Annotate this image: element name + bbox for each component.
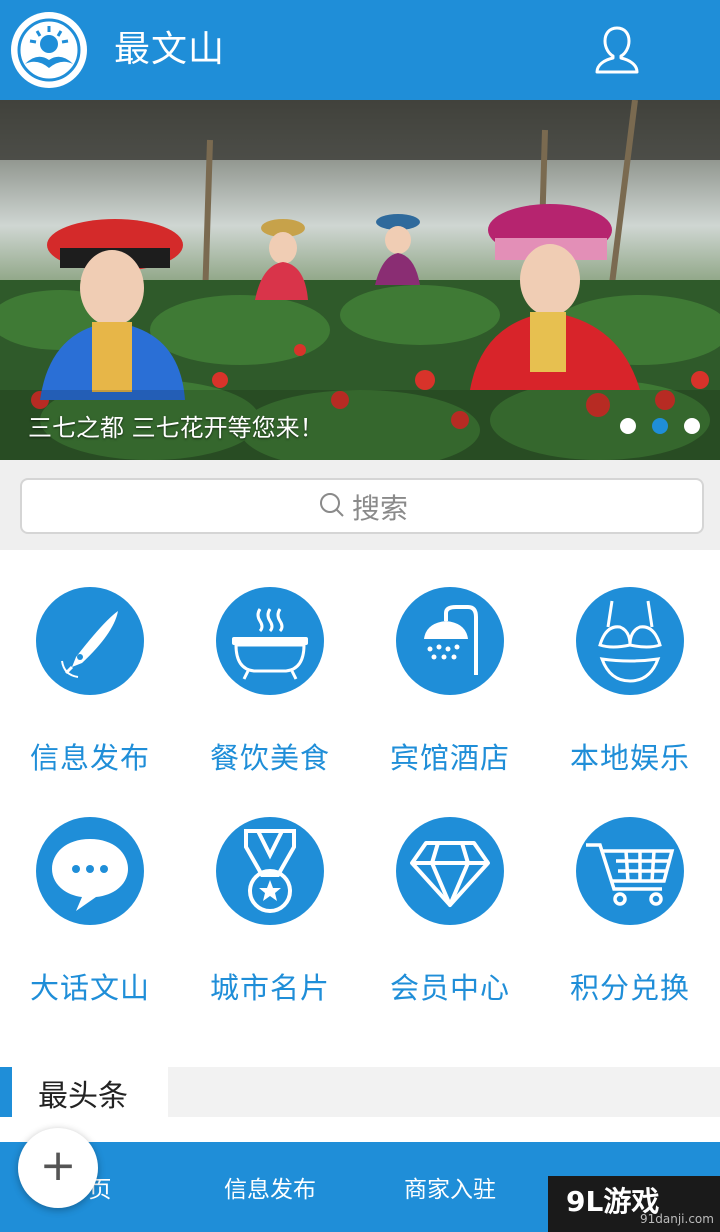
watermark-site: 91danji.com: [640, 1212, 714, 1226]
grid-item-member-center[interactable]: 会员中心: [360, 817, 540, 1047]
grid-item-info-post[interactable]: 信息发布: [0, 587, 180, 817]
grid-label: 积分兑换: [569, 971, 690, 1005]
pen-nib-icon: [36, 587, 144, 695]
app-header: 最文山: [0, 0, 720, 100]
banner-caption: 三七之都 三七花开等您来！: [28, 414, 324, 442]
medal-icon: [216, 817, 324, 925]
carousel-dot[interactable]: [684, 418, 700, 434]
search-placeholder: 搜索: [352, 492, 409, 525]
add-button[interactable]: +: [18, 1128, 98, 1208]
sun-mountain-logo-icon[interactable]: [11, 12, 87, 88]
diamond-icon: [396, 817, 504, 925]
plus-icon: +: [39, 1140, 77, 1191]
grid-item-hotel[interactable]: 宾馆酒店: [360, 587, 540, 817]
bikini-icon: [576, 587, 684, 695]
banner-carousel[interactable]: [0, 100, 720, 460]
search-input[interactable]: 搜索: [20, 478, 704, 534]
grid-label: 餐饮美食: [209, 741, 330, 775]
search-area: 搜索: [0, 460, 720, 550]
grid-item-talk-wenshan[interactable]: 大话文山: [0, 817, 180, 1047]
carousel-dot[interactable]: [620, 418, 636, 434]
grid-item-city-card[interactable]: 城市名片: [180, 817, 360, 1047]
chat-bubble-icon: [36, 817, 144, 925]
carousel-indicator: [620, 418, 700, 434]
grid-item-entertainment[interactable]: 本地娱乐: [540, 587, 720, 817]
headline-accent-bar: [0, 1067, 12, 1117]
shower-icon: [396, 587, 504, 695]
watermark: 9L游戏 91danji.com: [548, 1176, 720, 1232]
grid-label: 宾馆酒店: [389, 741, 510, 775]
grid-item-dining[interactable]: 餐饮美食: [180, 587, 360, 817]
nav-item-merchant-join[interactable]: 商家入驻: [360, 1170, 540, 1204]
nav-item-info-post[interactable]: 信息发布: [180, 1170, 360, 1204]
app-title: 最文山: [114, 29, 226, 70]
grid-label: 大话文山: [29, 971, 150, 1005]
grid-label: 会员中心: [389, 971, 510, 1005]
bathtub-icon: [216, 587, 324, 695]
grid-label: 信息发布: [29, 741, 150, 775]
search-icon: [318, 491, 346, 523]
headline-title: 最头条: [38, 1079, 128, 1114]
carousel-dot-active[interactable]: [652, 418, 668, 434]
grid-label: 本地娱乐: [569, 741, 690, 775]
shopping-cart-icon: [576, 817, 684, 925]
grid-label: 城市名片: [209, 971, 330, 1005]
user-icon[interactable]: [592, 24, 642, 76]
grid-item-points-exchange[interactable]: 积分兑换: [540, 817, 720, 1047]
banner-image: [0, 100, 720, 460]
